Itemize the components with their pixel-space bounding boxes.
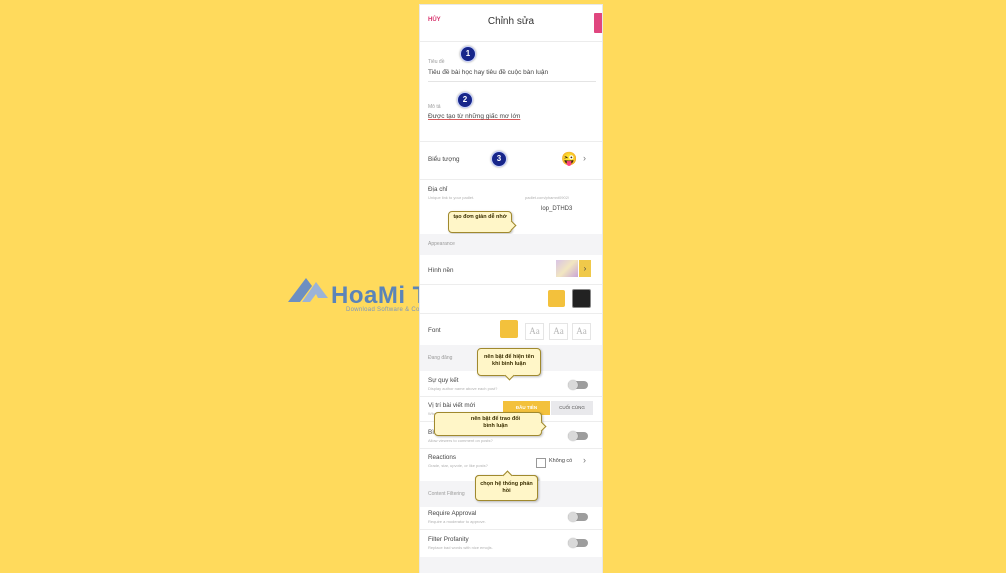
callout-attribution: nên bật để hiện tên khi bình luận [477, 348, 541, 376]
chevron-right-icon[interactable]: › [579, 260, 591, 277]
callout-reactions-front: chọn hệ thống phản hồi [475, 475, 538, 501]
divider [420, 179, 602, 180]
title-input[interactable]: Tiêu đề bài học hay tiêu đề cuộc bàn luậ… [428, 69, 548, 76]
new-post-label: Vị trí bài viết mới [428, 402, 476, 409]
emoji-icon[interactable]: 😜 [561, 151, 577, 167]
icon-row-label: Biểu tượng [428, 156, 460, 163]
attribution-toggle[interactable] [568, 380, 588, 390]
address-sub: Unique link to your padlet. [428, 195, 475, 200]
reactions-label: Reactions [428, 454, 457, 461]
title-label: Tiêu đề [428, 59, 445, 65]
page-title: Chỉnh sửa [487, 16, 535, 27]
divider [420, 313, 602, 314]
callout-comments: nên bật để trao đổi bình luận [434, 412, 542, 436]
font-option[interactable]: Aa [549, 323, 568, 340]
top-bar: HỦY Chỉnh sửa [420, 5, 602, 42]
profanity-sub: Replace bad words with nice emojis. [428, 545, 493, 550]
reactions-value[interactable]: Không có [549, 458, 572, 464]
divider [420, 448, 602, 449]
color-scheme-light-icon[interactable] [548, 290, 565, 307]
font-option[interactable]: Aa [572, 323, 591, 340]
profanity-toggle[interactable] [568, 538, 588, 548]
font-option[interactable]: Aa [525, 323, 544, 340]
comments-toggle[interactable] [568, 431, 588, 441]
new-post-last-option[interactable]: CUỐI CÙNG [551, 401, 593, 415]
engagement-section-label: Đang đăng [428, 355, 453, 361]
bottom-padding [420, 557, 602, 573]
wallpaper-thumbnail[interactable] [556, 260, 578, 277]
wallpaper-label: Hình nền [428, 267, 454, 274]
color-scheme-dark-icon[interactable] [572, 289, 591, 308]
reactions-sub: Grade, star, upvote, or like posts? [428, 463, 488, 468]
attribution-sub: Display author name above each post? [428, 386, 498, 391]
appearance-section-label: Appearance [428, 241, 455, 247]
reactions-icon [536, 458, 546, 468]
callout-address: tạo đơn giản dễ nhớ [448, 211, 512, 233]
step-badge-3: 3 [491, 151, 507, 167]
font-selected-icon[interactable] [500, 320, 518, 338]
chevron-right-icon[interactable]: › [583, 455, 586, 465]
font-label: Font [428, 327, 441, 334]
watermark-logo-icon [288, 274, 334, 309]
step-badge-2: 2 [457, 92, 473, 108]
description-input[interactable]: Được tạo từ những giấc mơ lớn [428, 113, 520, 120]
divider [420, 284, 602, 285]
step-badge-1: 1 [460, 46, 476, 62]
filtering-section-label: Content Filtering [428, 491, 465, 497]
divider [420, 141, 602, 142]
save-button[interactable] [594, 13, 602, 33]
attribution-label: Sự quy kết [428, 377, 459, 384]
phone-screen: HỦY Chỉnh sửa Tiêu đề Tiêu đề bài học ha… [420, 5, 602, 573]
address-url: padlet.com/phamnt0902/ [525, 195, 570, 200]
address-slug-input[interactable]: lop_DTHD3 [541, 206, 572, 212]
chevron-right-icon[interactable]: › [583, 153, 586, 163]
approval-toggle[interactable] [568, 512, 588, 522]
approval-label: Require Approval [428, 510, 477, 517]
title-underline [428, 81, 596, 82]
description-label: Mô tả [428, 104, 441, 110]
profanity-label: Filter Profanity [428, 536, 469, 543]
comments-sub: Allow viewers to comment on posts? [428, 438, 493, 443]
approval-sub: Require a moderator to approve. [428, 519, 486, 524]
divider [420, 529, 602, 530]
address-label: Địa chỉ [428, 186, 448, 193]
divider [420, 396, 602, 397]
